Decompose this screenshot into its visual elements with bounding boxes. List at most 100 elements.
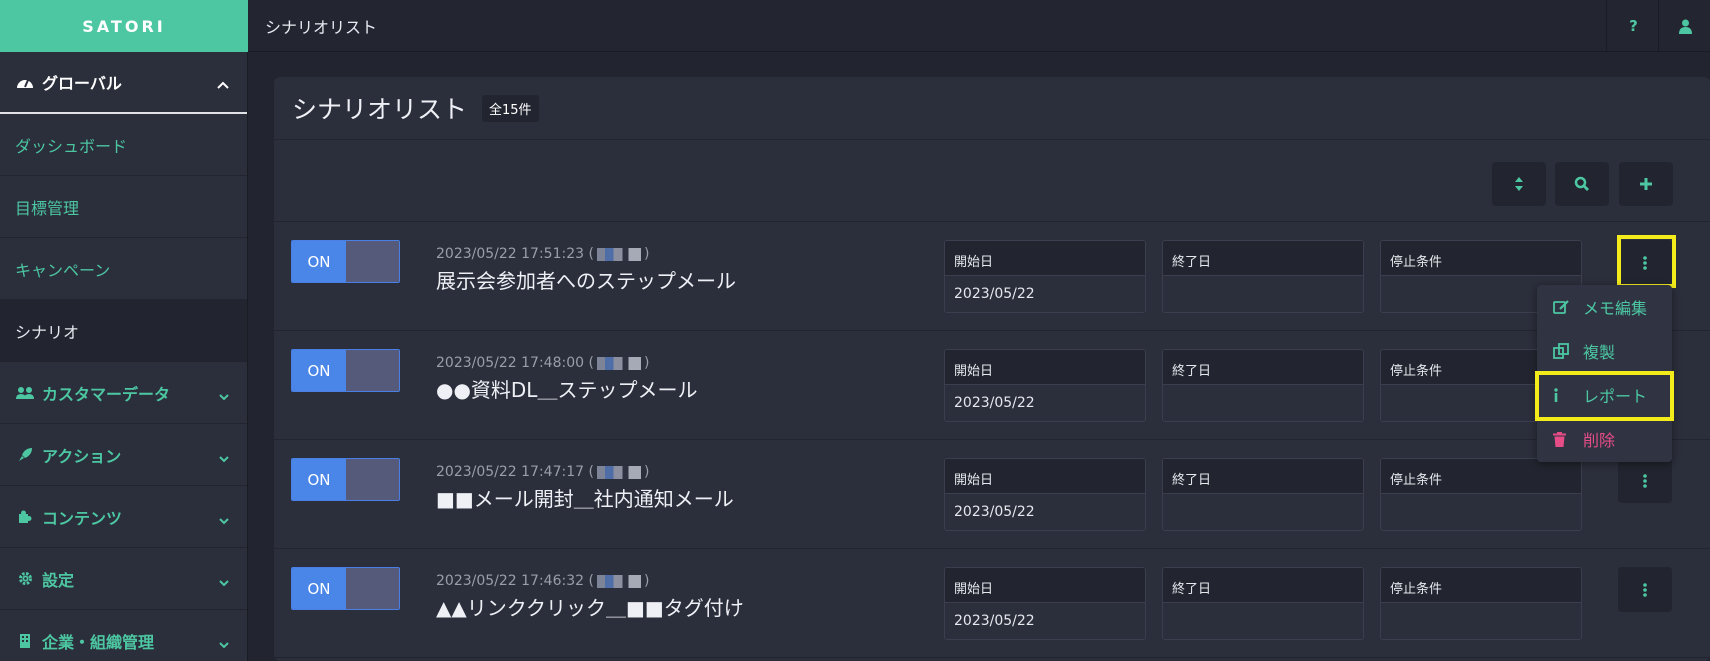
highlight-report [1535,371,1674,421]
user-menu-button[interactable] [1658,0,1710,52]
help-button[interactable]: ? [1606,0,1660,52]
field-label: 開始日 [945,350,1145,385]
field-value: 2023/05/22 [954,286,1035,302]
sort-button[interactable] [1492,162,1546,206]
toggle-off-side [346,568,399,609]
scenario-list-panel: シナリオリスト 全15件 ON 2023/05/22 17:51:23 () 展… [274,77,1710,661]
add-scenario-button[interactable] [1619,162,1673,206]
field-label: 停止条件 [1381,568,1581,603]
updated-datetime: 2023/05/22 17:48:00 ( [436,355,594,371]
status-toggle[interactable]: ON [291,567,400,610]
highlight-kebab [1617,235,1676,288]
menu-item-label: 複製 [1583,343,1616,362]
redacted-username [596,574,641,588]
toggle-on-label: ON [292,459,346,500]
row-menu-button[interactable] [1618,458,1672,503]
chevron-down-icon [219,386,229,405]
trash-icon [1553,431,1583,447]
start-date-field: 開始日 2023/05/22 [944,240,1146,313]
sidebar-section-label: 設定 [42,570,75,590]
field-value [1163,276,1363,296]
field-value [1163,603,1363,623]
sidebar-item-dashboard[interactable]: ダッシュボード [0,114,247,176]
status-toggle[interactable]: ON [291,349,400,392]
row-menu-button[interactable] [1618,567,1672,612]
menu-item-delete[interactable]: 削除 [1537,417,1672,461]
toolbar [274,140,1710,222]
sidebar-header-global[interactable]: グローバル [0,52,247,114]
user-icon [1679,19,1692,34]
menu-item-duplicate[interactable]: 複製 [1537,329,1672,373]
status-toggle[interactable]: ON [291,458,400,501]
sidebar-section-contents[interactable]: コンテンツ [0,486,247,548]
sidebar-header-label: グローバル [42,74,122,93]
updated-datetime: 2023/05/22 17:51:23 ( [436,246,594,262]
stop-condition-field: 停止条件 [1380,458,1582,531]
field-label: 開始日 [945,241,1145,276]
building-icon [14,633,36,648]
field-value: 2023/05/22 [954,613,1035,629]
users-icon [14,386,36,400]
brand-logo[interactable]: SATORI [0,0,248,52]
scenario-row: ON 2023/05/22 17:47:17 () ■■メール開封＿社内通知メー… [274,441,1710,549]
field-label: 停止条件 [1381,241,1581,276]
field-value [1381,494,1581,514]
end-date-field: 終了日 [1162,349,1364,422]
start-date-field: 開始日 2023/05/22 [944,349,1146,422]
redacted-username [596,356,641,370]
sidebar-section-customer-data[interactable]: カスタマーデータ [0,362,247,424]
scenario-row: ON 2023/05/22 17:48:00 () ●●資料DL＿ステップメール… [274,332,1710,440]
start-date-field: 開始日 2023/05/22 [944,567,1146,640]
meta-close-paren: ) [643,573,650,589]
scenario-row: ON 2023/05/22 17:51:23 () 展示会参加者へのステップメー… [274,223,1710,331]
toggle-on-label: ON [292,241,346,282]
scenario-meta: 2023/05/22 17:47:17 () [436,464,649,480]
scenario-title[interactable]: ●●資料DL＿ステップメール [436,374,697,403]
chevron-down-icon [219,510,229,529]
end-date-field: 終了日 [1162,567,1364,640]
sidebar-item-campaign[interactable]: キャンペーン [0,238,247,300]
sort-icon [1515,177,1523,191]
sidebar-section-settings[interactable]: 設定 [0,548,247,610]
toggle-on-label: ON [292,568,346,609]
help-icon: ? [1629,17,1638,35]
sidebar: グローバル ダッシュボード 目標管理 キャンペーン シナリオ カスタマーデータ … [0,52,248,661]
top-bar: シナリオリスト ? [248,0,1710,52]
field-value [1381,603,1581,623]
scenario-meta: 2023/05/22 17:51:23 () [436,246,649,262]
sidebar-section-organization[interactable]: 企業・組織管理 [0,610,247,661]
end-date-field: 終了日 [1162,458,1364,531]
page-title: シナリオリスト [265,17,378,37]
panel-header: シナリオリスト 全15件 [274,77,1710,140]
redacted-username [596,247,641,261]
sidebar-section-action[interactable]: アクション [0,424,247,486]
scenario-meta: 2023/05/22 17:46:32 () [436,573,649,589]
meta-close-paren: ) [643,246,650,262]
scenario-title[interactable]: 展示会参加者へのステップメール [436,265,736,294]
search-button[interactable] [1555,162,1609,206]
field-label: 開始日 [945,568,1145,603]
field-value: 2023/05/22 [954,395,1035,411]
stop-condition-field: 停止条件 [1380,567,1582,640]
kebab-icon [1643,582,1647,597]
toggle-off-side [346,459,399,500]
sidebar-item-scenario[interactable]: シナリオ [0,300,247,362]
scenario-row: ON 2023/05/22 17:46:32 () ▲▲リンククリック＿■■タグ… [274,550,1710,658]
scenario-title[interactable]: ■■メール開封＿社内通知メール [436,483,734,512]
sidebar-section-label: アクション [42,446,122,466]
menu-item-label: 削除 [1583,431,1616,450]
meta-close-paren: ) [643,464,650,480]
field-value [1163,385,1363,405]
updated-datetime: 2023/05/22 17:46:32 ( [436,573,594,589]
rocket-icon [14,447,36,462]
sidebar-section-label: カスタマーデータ [42,384,171,404]
sidebar-item-goals[interactable]: 目標管理 [0,176,247,238]
scenario-title[interactable]: ▲▲リンククリック＿■■タグ付け [436,592,744,621]
updated-datetime: 2023/05/22 17:47:17 ( [436,464,594,480]
toggle-off-side [346,350,399,391]
dashboard-gauge-icon [14,75,36,89]
field-label: 終了日 [1163,568,1363,603]
status-toggle[interactable]: ON [291,240,400,283]
menu-item-edit-memo[interactable]: メモ編集 [1537,285,1672,329]
edit-icon [1553,299,1583,315]
